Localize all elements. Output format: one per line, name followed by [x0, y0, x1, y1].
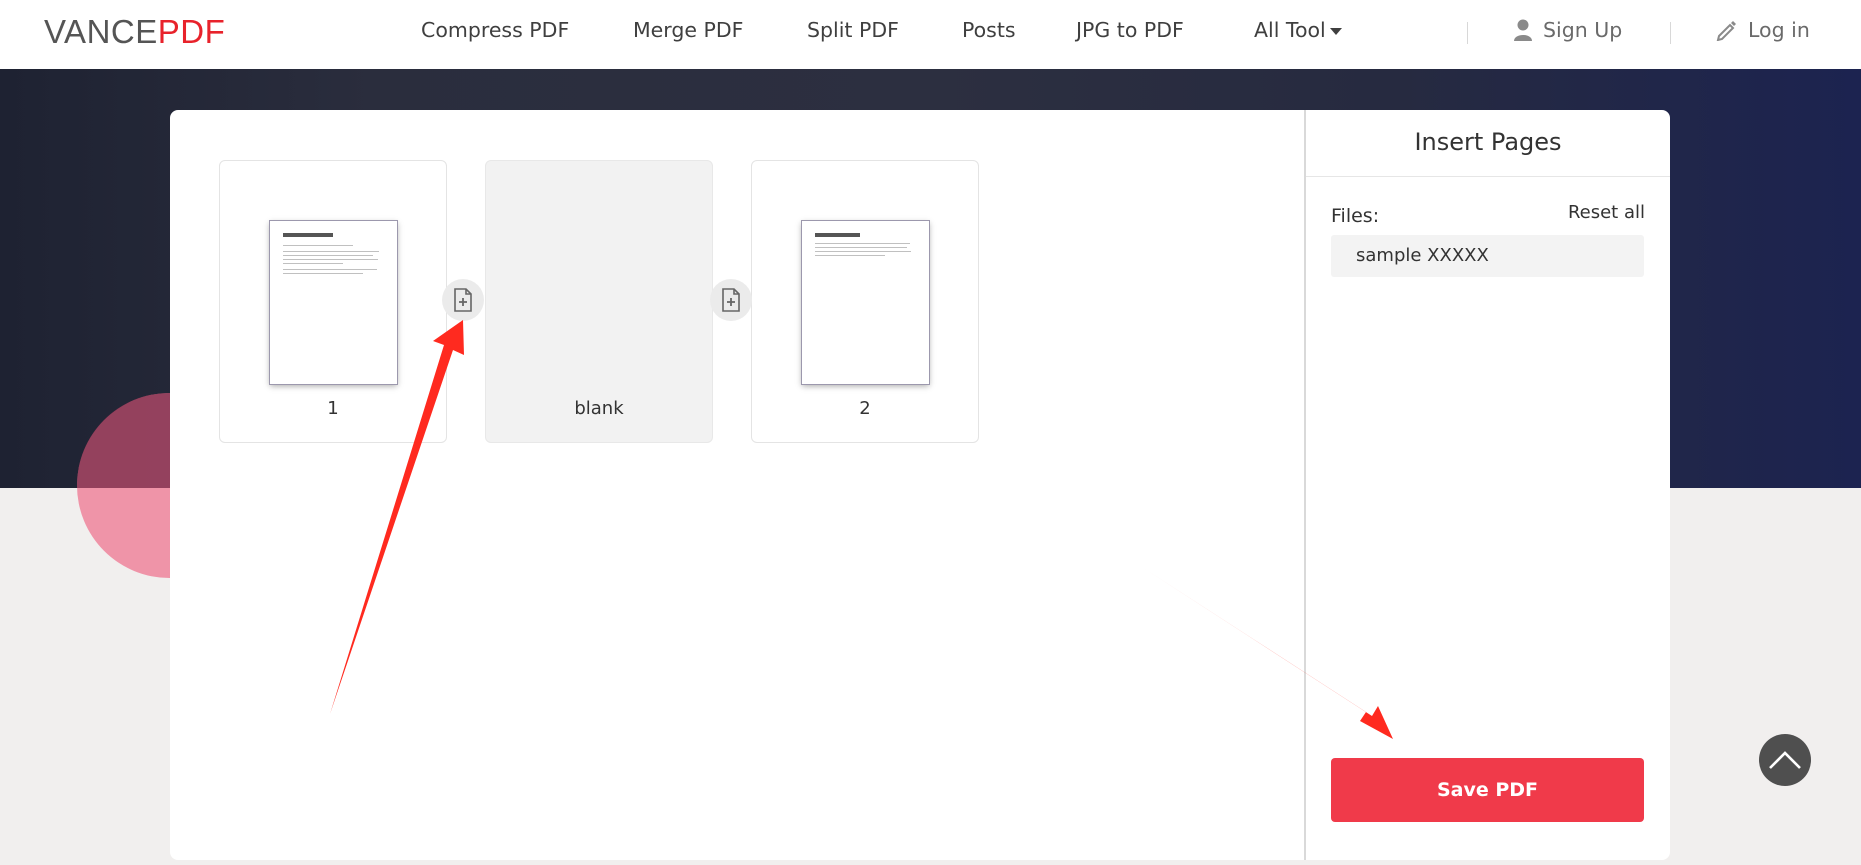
log-in-link[interactable]: Log in [1716, 18, 1810, 42]
sidebar-title: Insert Pages [1414, 128, 1562, 156]
file-plus-icon [722, 288, 740, 312]
sidebar-divider [1306, 176, 1670, 177]
file-list-item[interactable]: sample XXXXX [1331, 235, 1644, 277]
page-tile-blank[interactable]: blank [485, 160, 713, 443]
nav-split-pdf[interactable]: Split PDF [807, 18, 899, 42]
nav-compress-pdf[interactable]: Compress PDF [421, 18, 569, 42]
page-number-label: 2 [859, 398, 871, 419]
nav-jpg-to-pdf[interactable]: JPG to PDF [1076, 18, 1184, 42]
reset-all-button[interactable]: Reset all [1568, 202, 1645, 223]
insert-page-button[interactable] [442, 279, 484, 321]
scroll-to-top-button[interactable] [1759, 734, 1811, 786]
sign-up-link[interactable]: Sign Up [1513, 18, 1622, 42]
header-divider [1467, 22, 1468, 44]
files-label: Files: [1331, 205, 1380, 227]
user-icon [1514, 19, 1532, 41]
header-divider [1670, 22, 1671, 44]
chevron-up-icon [1769, 751, 1801, 769]
page-number-label: 1 [327, 398, 339, 419]
insert-page-button[interactable] [710, 279, 752, 321]
insert-pages-sidebar: Insert Pages Files: Reset all sample XXX… [1304, 110, 1670, 860]
page-tile-2[interactable]: 2 [751, 160, 979, 443]
page-thumbnail [802, 221, 929, 384]
pencil-icon [1716, 21, 1736, 41]
insert-pages-card: 1 blank 2 Insert Pages Files: Reset all … [170, 110, 1670, 860]
page-number-label: blank [574, 398, 624, 419]
nav-all-tool[interactable]: All Tool [1254, 18, 1342, 42]
logo[interactable]: VANCEPDF [44, 13, 225, 51]
page-tile-1[interactable]: 1 [219, 160, 447, 443]
nav-merge-pdf[interactable]: Merge PDF [633, 18, 743, 42]
caret-down-icon [1329, 27, 1342, 35]
file-plus-icon [454, 288, 472, 312]
site-header: VANCEPDF Compress PDF Merge PDF Split PD… [0, 0, 1861, 69]
nav-posts[interactable]: Posts [962, 18, 1016, 42]
page-thumbnail [270, 221, 397, 384]
save-pdf-button[interactable]: Save PDF [1331, 758, 1644, 822]
pages-grid: 1 blank 2 [170, 110, 1304, 860]
